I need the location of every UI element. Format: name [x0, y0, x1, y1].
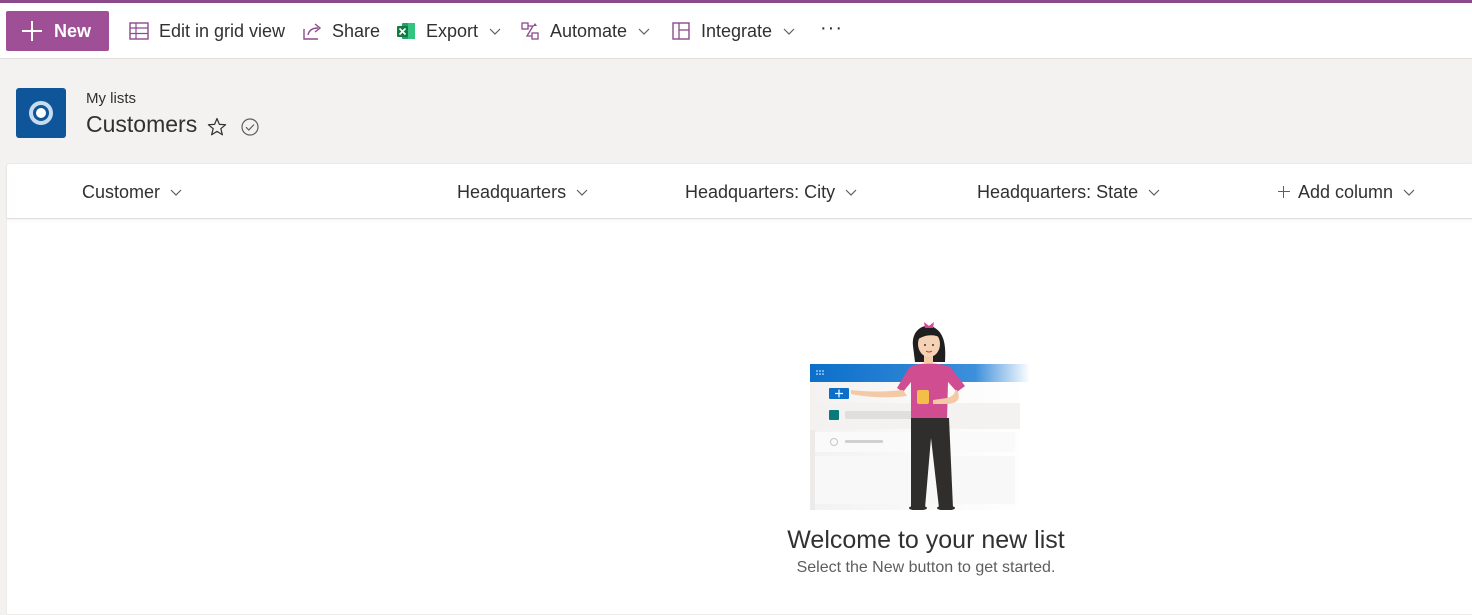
page-title: Customers [86, 111, 198, 137]
breadcrumb[interactable]: My lists [86, 90, 136, 107]
column-label: Customer [82, 181, 161, 202]
more-button[interactable]: ··· [820, 8, 843, 48]
chevron-down-icon [1148, 189, 1160, 196]
column-label: Add column [1298, 181, 1394, 202]
integrate-label: Integrate [701, 20, 773, 41]
share-label: Share [332, 20, 381, 41]
column-label: Headquarters: State [977, 181, 1139, 202]
new-button-label: New [54, 20, 92, 41]
add-column-button[interactable]: Add column [1278, 180, 1416, 204]
column-header-headquarters-city[interactable]: Headquarters: City [685, 180, 858, 204]
chevron-down-icon [1403, 189, 1415, 196]
integrate-button[interactable]: Integrate [670, 11, 796, 51]
column-header-row: Customer Headquarters Headquarters: City… [7, 164, 1472, 219]
column-label: Headquarters: City [685, 181, 836, 202]
plus-icon [22, 21, 42, 41]
new-button[interactable]: New [6, 11, 109, 51]
chevron-down-icon [845, 189, 857, 196]
edit-in-grid-view-label: Edit in grid view [159, 20, 286, 41]
column-header-headquarters[interactable]: Headquarters [457, 180, 589, 204]
chevron-down-icon [489, 28, 501, 35]
check-circle-icon[interactable] [240, 117, 260, 137]
column-label: Headquarters [457, 181, 567, 202]
export-label: Export [426, 20, 479, 41]
automate-icon [519, 20, 541, 42]
more-icon: ··· [820, 16, 843, 39]
grid-icon [128, 20, 150, 42]
column-header-customer[interactable]: Customer [82, 180, 183, 204]
column-header-headquarters-state[interactable]: Headquarters: State [977, 180, 1161, 204]
share-button[interactable]: Share [301, 11, 380, 51]
chevron-down-icon [638, 28, 650, 35]
automate-button[interactable]: Automate [519, 11, 651, 51]
chevron-down-icon [170, 189, 182, 196]
chevron-down-icon [576, 189, 588, 196]
command-bar: New Edit in grid view Share Export Autom… [0, 3, 1472, 59]
edit-in-grid-view-button[interactable]: Edit in grid view [128, 11, 285, 51]
export-button[interactable]: Export [395, 11, 502, 51]
list-icon [16, 88, 66, 138]
chevron-down-icon [783, 28, 795, 35]
empty-state-subtitle: Select the New button to get started. [796, 559, 1056, 576]
empty-state-title: Welcome to your new list [787, 526, 1065, 554]
plus-icon [1278, 186, 1290, 198]
excel-icon [395, 20, 417, 42]
integrate-icon [670, 20, 692, 42]
automate-label: Automate [550, 20, 628, 41]
favorite-star-icon[interactable] [206, 116, 228, 138]
empty-list-illustration [810, 322, 1030, 510]
share-icon [301, 20, 323, 42]
